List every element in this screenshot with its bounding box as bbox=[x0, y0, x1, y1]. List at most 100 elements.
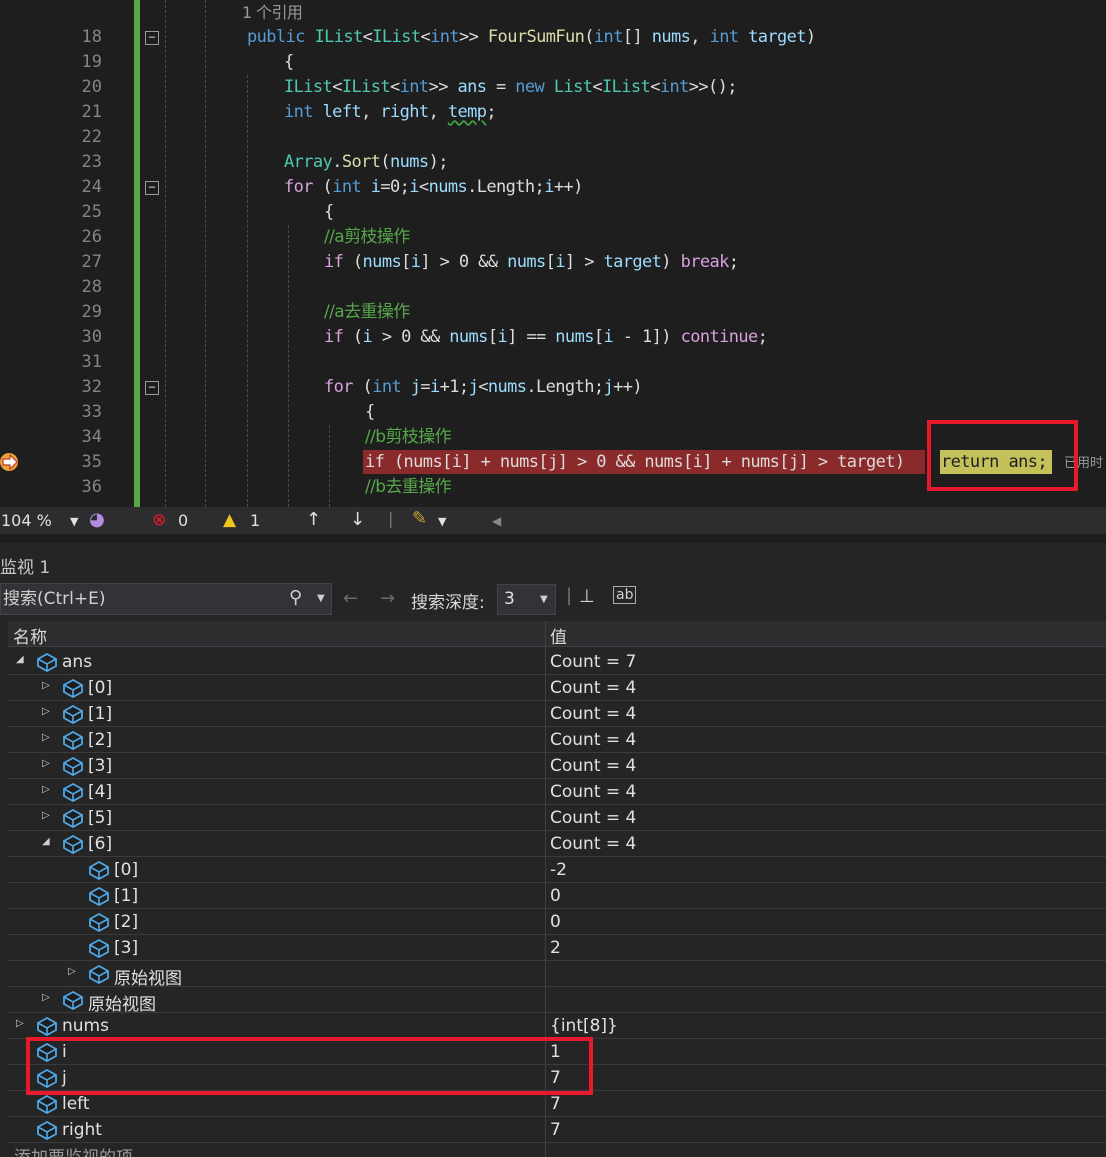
collapse-arrow-icon[interactable]: ◢ bbox=[42, 836, 52, 848]
code-line[interactable]: 18 public IList<IList<int>> FourSumFun(in… bbox=[0, 25, 1106, 50]
watch-value[interactable]: -2 bbox=[550, 860, 567, 880]
watch-value[interactable]: Count = 4 bbox=[550, 834, 636, 854]
code-line[interactable]: 19 { bbox=[0, 50, 1106, 75]
watch-row[interactable]: ▷ 原始视图 bbox=[8, 961, 1106, 989]
expand-arrow-icon[interactable]: ▷ bbox=[42, 810, 52, 822]
pin-icon[interactable]: ⊥ bbox=[579, 586, 595, 607]
code-text: public IList<IList<int>> FourSumFun(int[… bbox=[247, 27, 816, 47]
code-line[interactable]: 24 for (int i=0;i<nums.Length;i++) bbox=[0, 175, 1106, 200]
watch-value[interactable]: 0 bbox=[550, 912, 561, 932]
code-line[interactable]: 32 for (int j=i+1;j<nums.Length;j++) bbox=[0, 375, 1106, 400]
watch-row[interactable]: ▷ [1] Count = 4 bbox=[8, 701, 1106, 727]
watch-row[interactable]: ▷ nums {int[8]} bbox=[8, 1013, 1106, 1039]
search-depth-value: 3 bbox=[504, 589, 515, 609]
watch-value[interactable]: Count = 4 bbox=[550, 704, 636, 724]
search-box[interactable]: ⚲ ▼ bbox=[0, 583, 332, 615]
code-line[interactable]: 27 if (nums[i] > 0 && nums[i] > target) b… bbox=[0, 250, 1106, 275]
watch-value[interactable]: 2 bbox=[550, 938, 561, 958]
arrow-up-icon[interactable]: ↑ bbox=[306, 509, 321, 530]
code-line[interactable]: 22 bbox=[0, 125, 1106, 150]
hex-display-icon[interactable]: ab bbox=[613, 586, 637, 604]
search-dropdown-icon[interactable]: ▼ bbox=[317, 593, 325, 604]
watch-value[interactable]: Count = 7 bbox=[550, 652, 636, 672]
scroll-left-icon[interactable]: ◀ bbox=[492, 514, 501, 528]
error-icon[interactable]: ⊗ bbox=[152, 510, 166, 530]
search-icon[interactable]: ⚲ bbox=[289, 587, 302, 608]
code-text: //a去重操作 bbox=[324, 302, 410, 322]
expand-arrow-icon[interactable]: ▷ bbox=[42, 680, 52, 692]
copilot-icon[interactable]: ◕ bbox=[89, 509, 105, 530]
watch-value[interactable]: Count = 4 bbox=[550, 782, 636, 802]
watch-row[interactable]: [0] -2 bbox=[8, 857, 1106, 883]
expand-arrow-icon[interactable]: ▷ bbox=[42, 758, 52, 770]
forward-arrow-icon[interactable]: → bbox=[380, 588, 395, 609]
watch-row[interactable]: ▷ [4] Count = 4 bbox=[8, 779, 1106, 805]
watch-name: [3] bbox=[88, 756, 113, 776]
collapse-arrow-icon[interactable]: ◢ bbox=[16, 654, 26, 666]
watch-value[interactable]: 0 bbox=[550, 886, 561, 906]
watch-name: [0] bbox=[88, 678, 113, 698]
arrow-down-icon[interactable]: ↓ bbox=[350, 509, 365, 530]
code-line[interactable]: 26 //a剪枝操作 bbox=[0, 225, 1106, 250]
brush-icon[interactable]: ✎ bbox=[412, 508, 427, 529]
code-line[interactable]: 30 if (i > 0 && nums[i] == nums[i - 1]) c… bbox=[0, 325, 1106, 350]
watch-name: 原始视图 bbox=[88, 995, 156, 1015]
line-number: 35 bbox=[81, 452, 102, 472]
watch-row[interactable]: ◢ ans Count = 7 bbox=[8, 649, 1106, 675]
watch-row[interactable]: ▷ [0] Count = 4 bbox=[8, 675, 1106, 701]
code-line[interactable]: 21 int left, right, temp; bbox=[0, 100, 1106, 125]
watch-row[interactable]: ▷ 原始视图 bbox=[8, 987, 1106, 1015]
code-line[interactable]: 31 bbox=[0, 350, 1106, 375]
add-watch-item[interactable]: 添加要监视的项 bbox=[14, 1143, 133, 1157]
column-value-header[interactable]: 值 bbox=[550, 623, 567, 648]
variable-icon bbox=[62, 834, 84, 855]
expand-arrow-icon[interactable]: ▷ bbox=[16, 1018, 26, 1030]
code-editor[interactable]: − − − 1 个引用 return ans; 已用时 18 public ILi… bbox=[0, 0, 1106, 507]
code-line[interactable]: 20 IList<IList<int>> ans = new List<IList… bbox=[0, 75, 1106, 100]
watch-row[interactable]: [1] 0 bbox=[8, 883, 1106, 909]
code-text: if (nums[i] + nums[j] > 0 && nums[i] + n… bbox=[365, 452, 915, 472]
error-count[interactable]: 0 bbox=[178, 511, 188, 530]
code-text: if (i > 0 && nums[i] == nums[i - 1]) con… bbox=[324, 327, 768, 347]
warning-count[interactable]: 1 bbox=[250, 511, 260, 530]
line-number: 21 bbox=[81, 102, 102, 122]
brush-dropdown-icon[interactable]: ▼ bbox=[438, 515, 446, 528]
expand-arrow-icon[interactable]: ▷ bbox=[42, 706, 52, 718]
watch-row[interactable]: ◢ [6] Count = 4 bbox=[8, 831, 1106, 857]
watch-value[interactable]: Count = 4 bbox=[550, 756, 636, 776]
back-arrow-icon[interactable]: ← bbox=[343, 588, 358, 609]
watch-value[interactable]: Count = 4 bbox=[550, 730, 636, 750]
code-line[interactable]: 23 Array.Sort(nums); bbox=[0, 150, 1106, 175]
watch-row[interactable]: ▷ [5] Count = 4 bbox=[8, 805, 1106, 831]
expand-arrow-icon[interactable]: ▷ bbox=[42, 992, 52, 1004]
search-depth-select[interactable]: 3 ▼ bbox=[497, 584, 556, 615]
line-number: 25 bbox=[81, 202, 102, 222]
watch-value[interactable]: Count = 4 bbox=[550, 808, 636, 828]
zoom-dropdown-icon[interactable]: ▼ bbox=[70, 515, 78, 528]
variable-icon bbox=[36, 1120, 58, 1141]
codelens-references[interactable]: 1 个引用 bbox=[242, 0, 303, 25]
code-line[interactable]: 28 bbox=[0, 275, 1106, 300]
zoom-level[interactable]: 104 % bbox=[1, 511, 52, 530]
code-line[interactable]: 25 { bbox=[0, 200, 1106, 225]
watch-value[interactable]: {int[8]} bbox=[550, 1016, 618, 1036]
watch-row[interactable]: ▷ [2] Count = 4 bbox=[8, 727, 1106, 753]
watch-value[interactable]: 7 bbox=[550, 1120, 561, 1140]
watch-value[interactable]: Count = 4 bbox=[550, 678, 636, 698]
expand-arrow-icon[interactable]: ▷ bbox=[68, 966, 78, 978]
expand-arrow-icon[interactable]: ▷ bbox=[42, 732, 52, 744]
watch-row[interactable]: right 7 bbox=[8, 1117, 1106, 1143]
code-line[interactable]: 29 //a去重操作 bbox=[0, 300, 1106, 325]
search-input[interactable] bbox=[3, 587, 273, 611]
column-name-header[interactable]: 名称 bbox=[13, 623, 47, 648]
variable-icon bbox=[62, 756, 84, 777]
expand-arrow-icon[interactable]: ▷ bbox=[42, 784, 52, 796]
watch-row[interactable]: [3] 2 bbox=[8, 935, 1106, 961]
watch-row[interactable]: ▷ [3] Count = 4 bbox=[8, 753, 1106, 779]
watch-value[interactable]: 7 bbox=[550, 1094, 561, 1114]
warning-icon[interactable]: ▲ bbox=[223, 510, 236, 530]
separator: | bbox=[566, 585, 573, 606]
watch-title[interactable]: 监视 1 bbox=[0, 553, 50, 578]
watch-row[interactable]: [2] 0 bbox=[8, 909, 1106, 935]
variable-icon bbox=[36, 652, 58, 673]
